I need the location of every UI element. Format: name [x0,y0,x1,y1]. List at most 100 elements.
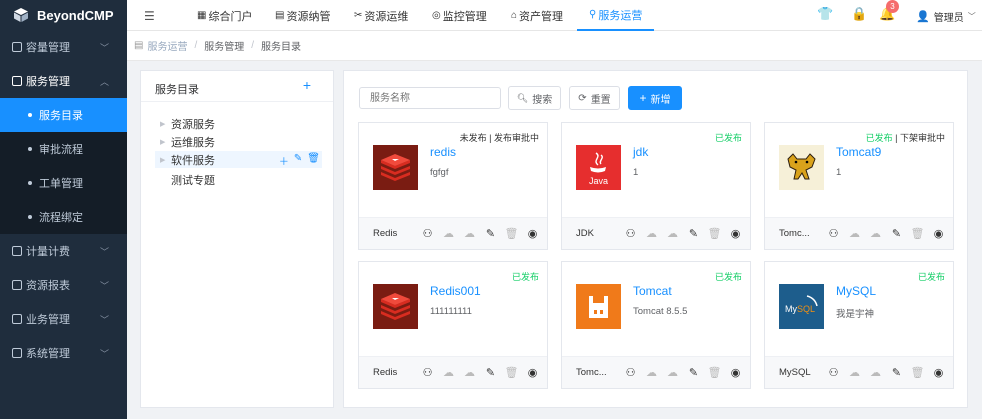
cloud-upload-icon[interactable]: ☁ [441,226,456,241]
add-node-icon[interactable]: ＋ [279,153,289,168]
sidebar-item[interactable]: 服务管理 ︿ [0,64,127,98]
user-icon: 👤 [916,11,930,23]
edit-node-icon[interactable]: ✎ [294,153,302,168]
cloud-download-icon[interactable]: ☁ [868,365,883,380]
tree-node[interactable]: ▶ 资源服务 [155,115,322,132]
add-category-icon[interactable]: + [303,77,311,93]
sidebar-subitem[interactable]: 服务目录 [0,98,127,132]
users-icon[interactable]: ⚇ [420,226,435,241]
service-card[interactable]: 已发布 Tomcat Tomcat 8.5.5 Tomc... ⚇ ☁ ☁ ✎ 🗑︎ ◉ [561,261,751,389]
stop-icon[interactable]: ◉ [931,365,946,380]
service-card-footer: JDK ⚇ ☁ ☁ ✎ 🗑︎ ◉ [562,217,750,249]
add-button[interactable]: + 新增 [628,86,682,110]
top-tab[interactable]: ✂ 资源运维 [354,0,408,31]
cloud-upload-icon[interactable]: ☁ [644,226,659,241]
top-tab[interactable]: ⚲ 服务运营 [577,0,655,31]
edit-icon[interactable]: ✎ [686,365,701,380]
stop-icon[interactable]: ◉ [728,226,743,241]
stop-icon[interactable]: ◉ [931,226,946,241]
delete-icon[interactable]: 🗑︎ [707,365,722,380]
service-card[interactable]: 已发布 MySQL MySQL 我是宇神 MySQL ⚇ ☁ ☁ ✎ 🗑︎ ◉ [764,261,954,389]
cloud-upload-icon[interactable]: ☁ [644,365,659,380]
cloud-download-icon[interactable]: ☁ [665,365,680,380]
service-name[interactable]: Tomcat9 [836,145,881,159]
sidebar-item-label: 计量计费 [26,246,70,258]
delete-icon[interactable]: 🗑︎ [504,365,519,380]
home-icon: ⌂ [511,10,518,21]
service-card[interactable]: 已发布 Java jdk 1 JDK ⚇ ☁ ☁ ✎ 🗑︎ ◉ [561,122,751,250]
reset-button[interactable]: ⟳ 重置 [569,86,620,110]
edit-icon[interactable]: ✎ [483,365,498,380]
top-tab[interactable]: ▦ 综合门户 [197,0,252,31]
cloud-upload-icon[interactable]: ☁ [847,365,862,380]
sidebar-item[interactable]: 资源报表 ﹀ [0,268,127,302]
service-card[interactable]: 已发布 | 下架审批中 Tomcat9 1 Tomc... ⚇ ☁ ☁ ✎ 🗑︎ ◉ [764,122,954,250]
edit-icon[interactable]: ✎ [483,226,498,241]
top-tab[interactable]: ◎ 监控管理 [432,0,487,31]
users-icon[interactable]: ⚇ [826,365,841,380]
menu-toggle-icon[interactable]: ☰ [144,9,155,23]
app-logo[interactable]: BeyondCMP [0,0,127,30]
lock-icon[interactable]: 🔒 [851,6,867,22]
service-description: 1 [633,167,639,178]
sidebar-item[interactable]: 容量管理 ﹀ [0,30,127,64]
edit-icon[interactable]: ✎ [889,226,904,241]
stop-icon[interactable]: ◉ [525,365,540,380]
edit-icon[interactable]: ✎ [686,226,701,241]
delete-icon[interactable]: 🗑︎ [707,226,722,241]
sidebar-subitem[interactable]: 流程绑定 [0,200,127,234]
service-name[interactable]: Redis001 [430,284,481,298]
cloud-download-icon[interactable]: ☁ [665,226,680,241]
edit-icon[interactable]: ✎ [889,365,904,380]
service-name-search-input[interactable] [359,87,501,109]
stop-icon[interactable]: ◉ [525,226,540,241]
users-icon[interactable]: ⚇ [826,226,841,241]
service-status: 已发布 [714,133,742,143]
cloud-download-icon[interactable]: ☁ [462,226,477,241]
service-description: fgfgf [430,167,449,178]
delete-node-icon[interactable]: 🗑︎ [307,153,320,168]
breadcrumb-item[interactable]: 服务管理 [204,38,244,53]
top-tab-label: 综合门户 [208,10,253,23]
sidebar-subitem[interactable]: 审批流程 [0,132,127,166]
svg-text:Java: Java [589,176,608,186]
delete-icon[interactable]: 🗑︎ [910,226,925,241]
sidebar-subitem[interactable]: 工单管理 [0,166,127,200]
service-name[interactable]: MySQL [836,284,876,298]
skin-icon[interactable]: 👕 [817,6,833,22]
user-menu[interactable]: 👤 管理员 ﹀ [916,9,976,24]
search-button[interactable]: 🔍︎ 搜索 [508,86,561,110]
service-name[interactable]: jdk [633,145,648,159]
caret-right-icon[interactable]: ▶ [155,120,171,128]
service-description: 我是宇神 [836,309,875,320]
caret-right-icon[interactable]: ▶ [155,138,171,146]
users-icon[interactable]: ⚇ [420,365,435,380]
cloud-download-icon[interactable]: ☁ [868,226,883,241]
breadcrumb-item[interactable]: 服务运营 [147,38,187,53]
delete-icon[interactable]: 🗑︎ [910,365,925,380]
cloud-download-icon[interactable]: ☁ [462,365,477,380]
service-card[interactable]: 已发布 Redis001 111111111 Redis ⚇ ☁ ☁ ✎ 🗑︎ ◉ [358,261,548,389]
sidebar-item[interactable]: 业务管理 ﹀ [0,302,127,336]
tree-node[interactable]: ▶ 运维服务 [155,133,322,150]
top-tab[interactable]: ⌂ 资产管理 [511,0,563,31]
service-name[interactable]: redis [430,145,456,159]
service-card[interactable]: 未发布 | 发布审批中 redis fgfgf Redis ⚇ ☁ ☁ ✎ 🗑︎ ◉ [358,122,548,250]
sidebar-item[interactable]: 计量计费 ﹀ [0,234,127,268]
service-description: 1 [836,167,842,178]
service-card-footer: Tomc... ⚇ ☁ ☁ ✎ 🗑︎ ◉ [765,217,953,249]
top-tab[interactable]: ▤ 资源纳管 [275,0,330,31]
tree-node[interactable]: ▶ 软件服务 ＋ ✎ 🗑︎ [155,151,322,168]
users-icon[interactable]: ⚇ [623,226,638,241]
caret-right-icon[interactable]: ▶ [155,156,171,164]
cloud-upload-icon[interactable]: ☁ [441,365,456,380]
tree-node[interactable]: 测试专题 [155,171,322,188]
sidebar-item[interactable]: 系统管理 ﹀ [0,336,127,370]
stop-icon[interactable]: ◉ [728,365,743,380]
users-icon[interactable]: ⚇ [623,365,638,380]
delete-icon[interactable]: 🗑︎ [504,226,519,241]
sidebar-item-label: 业务管理 [26,314,70,326]
service-name[interactable]: Tomcat [633,284,672,298]
mysql-logo-icon: MySQL [779,284,824,329]
cloud-upload-icon[interactable]: ☁ [847,226,862,241]
